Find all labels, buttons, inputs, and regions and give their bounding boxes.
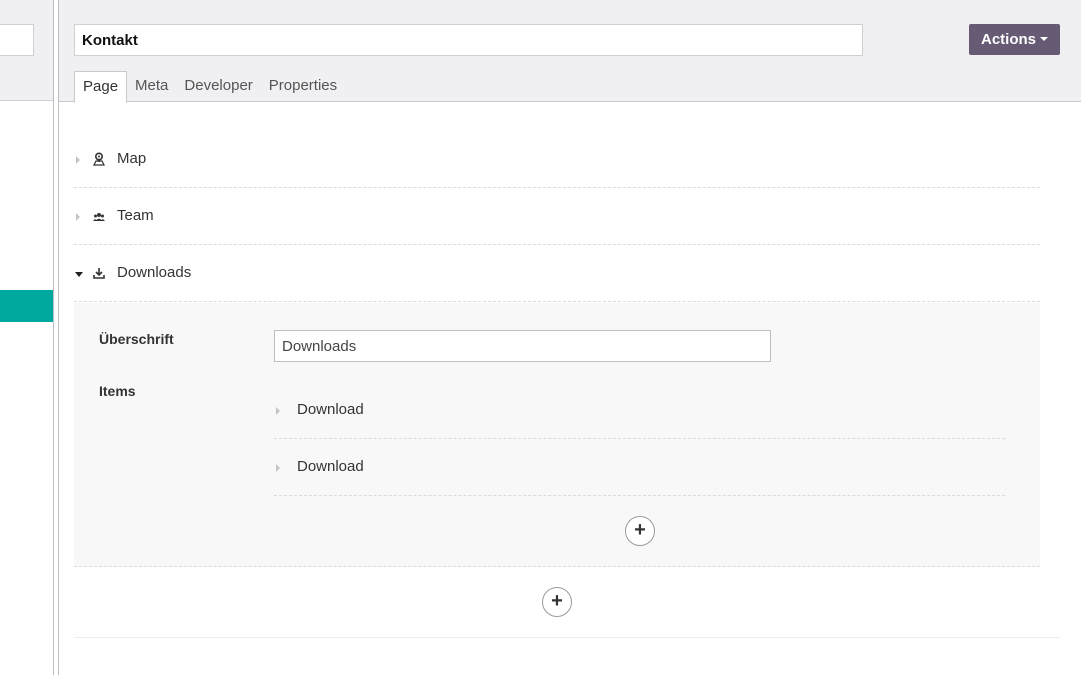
tab-meta[interactable]: Meta [127,71,176,102]
download-item-row[interactable]: Download [274,382,1005,439]
collapse-arrow-icon[interactable] [75,272,83,277]
map-pin-icon [93,152,105,166]
download-item-row[interactable]: Download [274,439,1005,496]
block-row-map[interactable]: Map [74,131,1040,188]
page-title-input[interactable] [74,24,863,56]
heading-field-input[interactable] [274,330,771,362]
sidebar-search-input[interactable] [0,24,34,56]
editor-header: Actions Page Meta Developer Properties [59,0,1081,103]
heading-field-label: Überschrift [99,331,174,347]
block-label: Downloads [117,264,192,281]
expand-arrow-icon[interactable] [76,156,80,164]
add-block-button[interactable]: + [542,587,572,617]
team-icon [93,213,105,221]
sidebar-active-item[interactable] [0,290,53,322]
block-row-downloads[interactable]: Downloads [74,245,1040,302]
caret-down-icon [1040,37,1048,41]
tab-properties[interactable]: Properties [261,71,345,102]
block-label: Team [117,207,154,224]
expand-arrow-icon[interactable] [276,464,280,472]
expand-arrow-icon[interactable] [76,213,80,221]
tab-developer[interactable]: Developer [176,71,260,102]
download-item-label: Download [297,458,364,475]
block-label: Map [117,150,147,167]
content-bottom-divider [74,637,1060,638]
tab-page[interactable]: Page [74,71,128,103]
sidebar-header [0,0,53,101]
tab-bar: Page Meta Developer Properties [74,71,345,103]
sidebar [0,0,53,675]
block-row-team[interactable]: Team [74,188,1040,245]
downloads-block-editor: Überschrift Items Download Download + [74,303,1040,567]
items-field-label: Items [99,383,136,399]
add-item-button[interactable]: + [625,516,655,546]
download-item-label: Download [297,401,364,418]
actions-button[interactable]: Actions [969,24,1060,55]
download-icon [93,268,105,279]
expand-arrow-icon[interactable] [276,407,280,415]
panel-divider[interactable] [53,0,54,675]
actions-button-label: Actions [980,31,1036,48]
